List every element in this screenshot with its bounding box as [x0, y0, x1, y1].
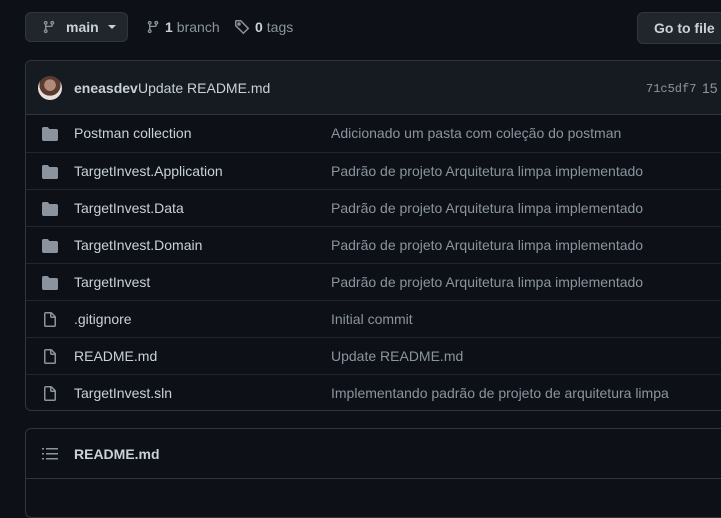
readme-header: README.md [26, 429, 721, 479]
file-row[interactable]: TargetInvest.sln Implementando padrão de … [26, 374, 721, 410]
branch-count: 1 [165, 19, 173, 35]
tag-label: tags [266, 19, 294, 35]
avatar[interactable] [38, 76, 62, 100]
list-icon[interactable] [42, 446, 58, 462]
file-name-link[interactable]: .gitignore [74, 311, 132, 327]
file-commit-message-link[interactable]: Padrão de projeto Arquitetura limpa impl… [331, 200, 643, 216]
file-commit-message-link[interactable]: Implementando padrão de projeto de arqui… [331, 385, 669, 401]
git-branch-icon [147, 20, 159, 34]
file-name-link[interactable]: README.md [74, 348, 157, 364]
file-name-link[interactable]: TargetInvest [74, 274, 150, 290]
file-name-link[interactable]: TargetInvest.Domain [74, 237, 202, 253]
file-commit-message-link[interactable]: Padrão de projeto Arquitetura limpa impl… [331, 163, 643, 179]
readme-title-link[interactable]: README.md [74, 446, 160, 462]
commit-message-link[interactable]: Update README.md [138, 80, 270, 96]
branch-selector-button[interactable]: main [25, 12, 128, 42]
file-commit-message-link[interactable]: Update README.md [331, 348, 463, 364]
git-branch-icon [43, 20, 55, 34]
branch-label: branch [176, 19, 220, 35]
folder-icon [42, 127, 58, 141]
file-icon [44, 312, 56, 327]
file-row[interactable]: TargetInvest.Application Padrão de projet… [26, 152, 721, 189]
file-row[interactable]: TargetInvest.Data Padrão de projeto Arqui… [26, 189, 721, 226]
file-commit-message-link[interactable]: Padrão de projeto Arquitetura limpa impl… [331, 274, 643, 290]
readme-panel: README.md [25, 428, 721, 518]
file-name-link[interactable]: TargetInvest.Application [74, 163, 223, 179]
file-icon [44, 349, 56, 364]
go-to-file-button[interactable]: Go to file [637, 12, 721, 44]
file-commit-message-link[interactable]: Padrão de projeto Arquitetura limpa impl… [331, 237, 643, 253]
branches-link[interactable]: 1 branch [146, 19, 220, 35]
folder-icon [42, 239, 58, 253]
commit-author-link[interactable]: eneasdev [74, 80, 138, 96]
commit-sha-link[interactable]: 71c5df7 [646, 82, 696, 96]
tag-icon [235, 20, 250, 35]
file-row[interactable]: TargetInvest Padrão de projeto Arquitetur… [26, 263, 721, 300]
latest-commit-bar: eneasdev Update README.md 71c5df7 15 m [26, 61, 721, 115]
folder-icon [42, 276, 58, 290]
commit-age: 15 m [702, 80, 721, 96]
file-name-link[interactable]: TargetInvest.Data [74, 200, 184, 216]
folder-icon [42, 202, 58, 216]
file-icon [44, 386, 56, 401]
file-row[interactable]: TargetInvest.Domain Padrão de projeto Arq… [26, 226, 721, 263]
file-commit-message-link[interactable]: Adicionado um pasta com coleção do postm… [331, 125, 621, 141]
repo-toolbar: main 1 branch 0 tags Go to file [0, 0, 721, 58]
folder-icon [42, 165, 58, 179]
file-name-link[interactable]: TargetInvest.sln [74, 385, 172, 401]
file-commit-message-link[interactable]: Initial commit [331, 311, 413, 327]
file-row[interactable]: Postman collection Adicionado um pasta co… [26, 115, 721, 152]
tags-link[interactable]: 0 tags [234, 19, 293, 35]
file-row[interactable]: .gitignore Initial commit [26, 300, 721, 337]
chevron-down-icon [107, 25, 116, 29]
branch-name: main [66, 19, 99, 35]
file-browser: eneasdev Update README.md 71c5df7 15 m P… [25, 60, 721, 411]
file-list: Postman collection Adicionado um pasta co… [26, 115, 721, 410]
file-name-link[interactable]: Postman collection [74, 125, 192, 141]
tag-count: 0 [255, 19, 263, 35]
file-row[interactable]: README.md Update README.md [26, 337, 721, 374]
